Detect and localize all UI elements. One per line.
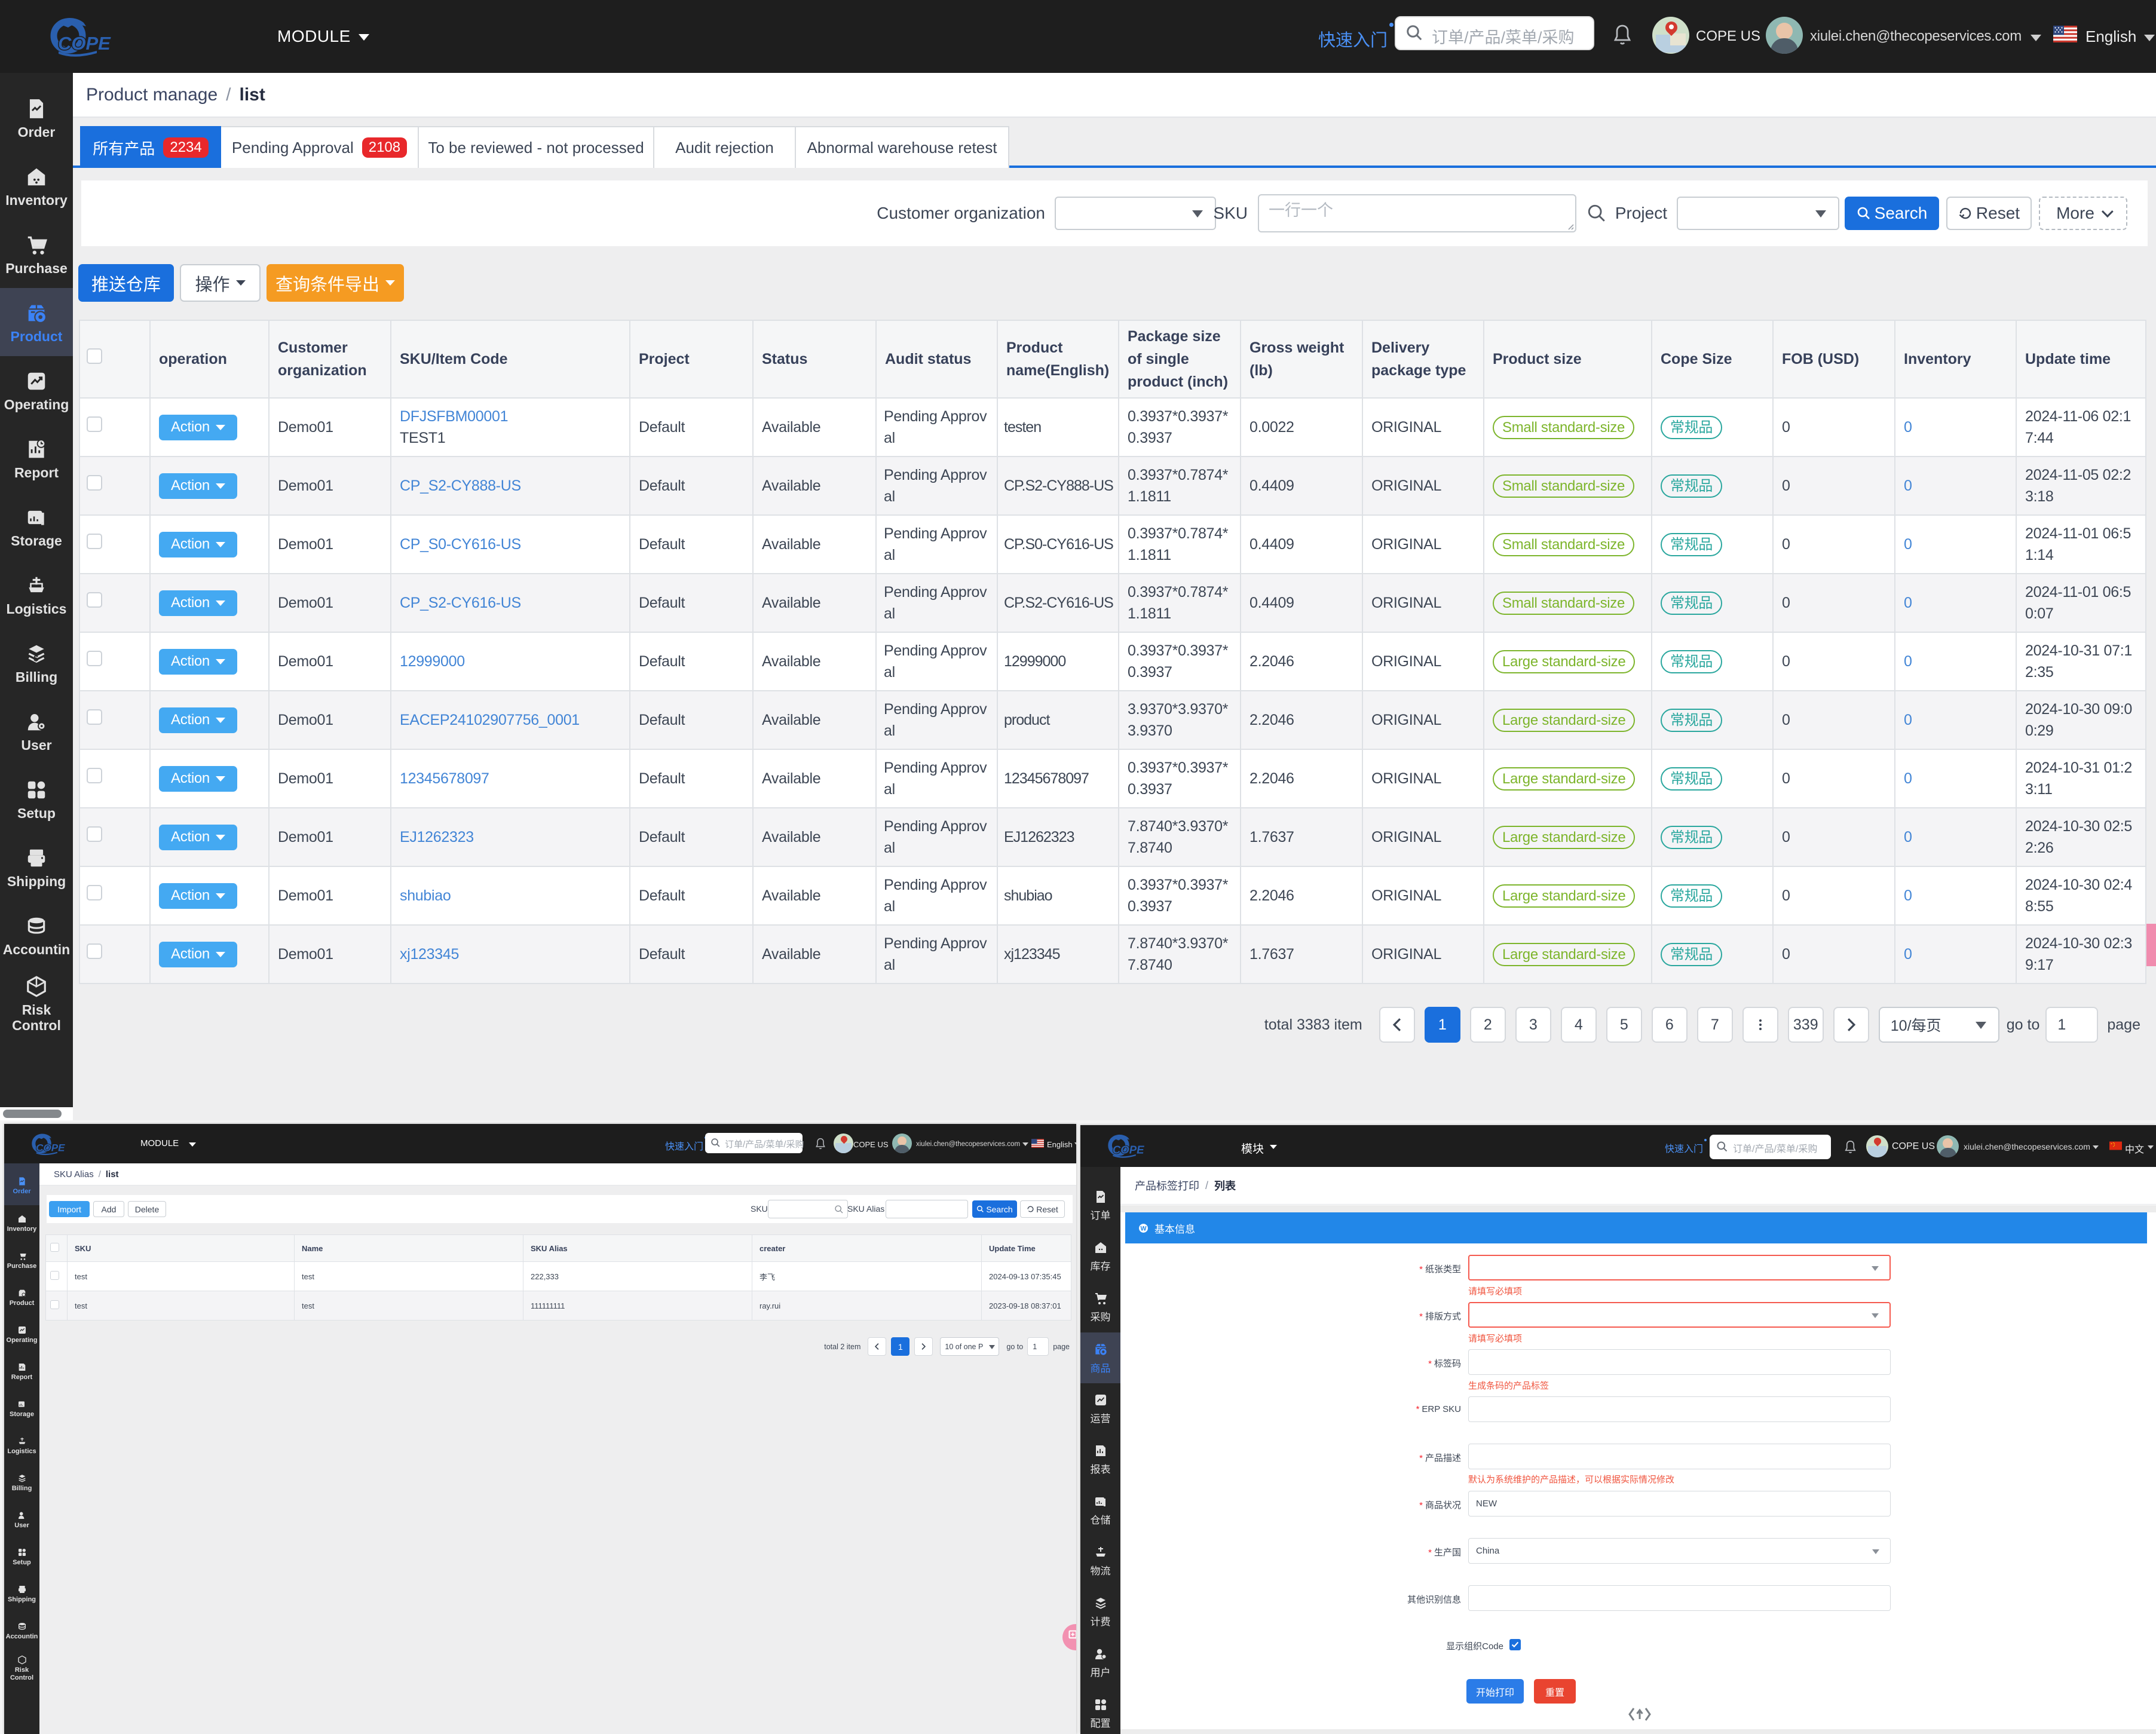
svg-text:COPE: COPE bbox=[36, 1142, 65, 1154]
svg-text:$: $ bbox=[33, 654, 38, 664]
svg-text:COPE: COPE bbox=[1113, 1144, 1144, 1156]
svg-text:COPE: COPE bbox=[58, 33, 111, 54]
svg-text:W: W bbox=[1141, 1225, 1147, 1232]
